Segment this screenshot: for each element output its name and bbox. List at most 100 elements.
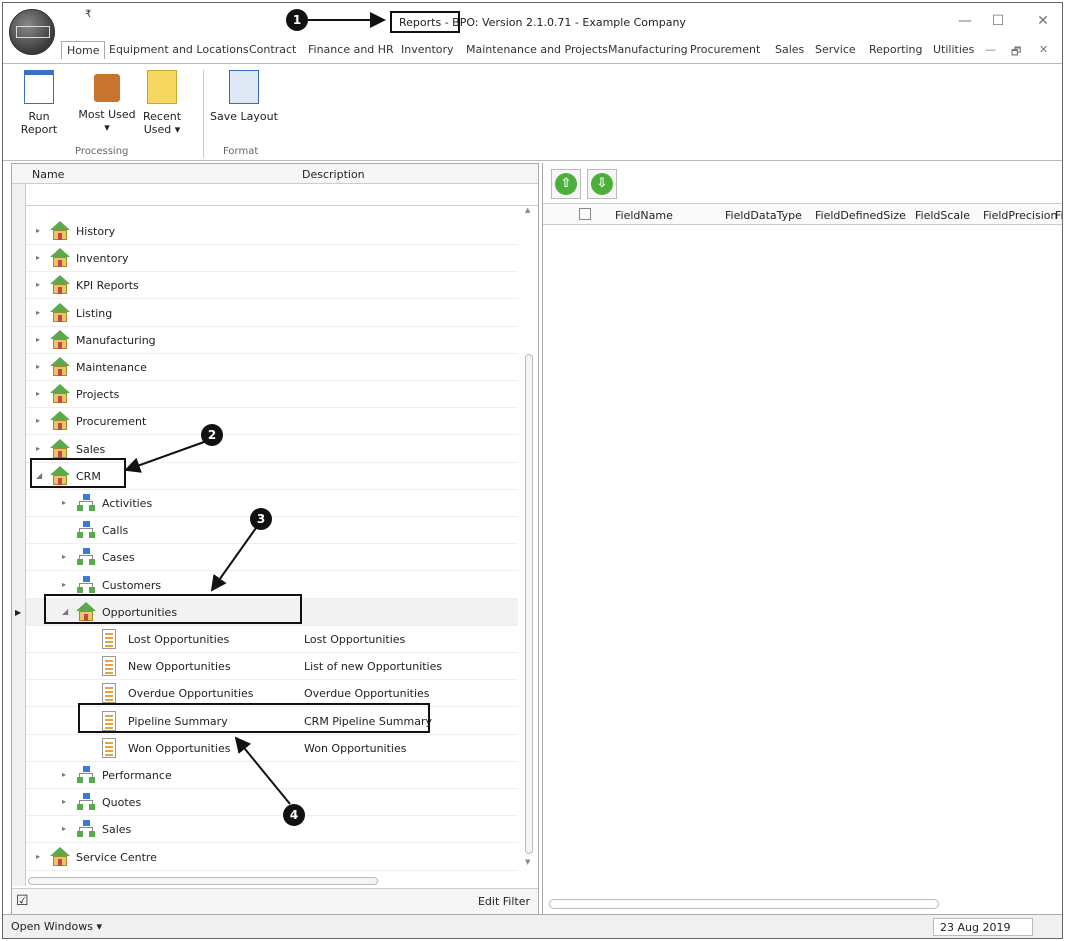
- tree-item-label: Lost Opportunities: [128, 633, 230, 646]
- expand-icon[interactable]: ▸: [36, 444, 40, 453]
- group-processing-label: Processing: [75, 146, 129, 157]
- tab-reporting[interactable]: Reporting: [869, 43, 922, 56]
- open-windows-dropdown[interactable]: Open Windows ▾: [11, 920, 102, 933]
- edit-filter-button[interactable]: Edit Filter: [478, 895, 530, 908]
- ribbon-minimize-icon[interactable]: —: [985, 43, 996, 56]
- h-scroll-thumb[interactable]: [28, 877, 378, 885]
- quick-access-dropdown-icon[interactable]: ₹: [85, 9, 91, 20]
- col-more[interactable]: Fi: [1055, 209, 1062, 222]
- tree-item-label: Manufacturing: [76, 333, 156, 347]
- tree-item-service-centre[interactable]: ▸ Service Centre: [26, 844, 518, 871]
- expand-icon[interactable]: ▸: [62, 824, 66, 833]
- tree-item-listing[interactable]: ▸ Listing: [26, 300, 518, 327]
- col-fieldscale[interactable]: FieldScale: [915, 209, 970, 222]
- col-fielddefinedsize[interactable]: FieldDefinedSize: [815, 209, 906, 222]
- tab-manufacturing[interactable]: Manufacturing: [608, 43, 688, 56]
- tab-procurement[interactable]: Procurement: [690, 43, 760, 56]
- callout-3: 3: [250, 508, 272, 530]
- col-fielddatatype[interactable]: FieldDataType: [725, 209, 802, 222]
- tree-item-cases[interactable]: ▸ Cases: [26, 544, 518, 572]
- tree-item-history[interactable]: ▸ History: [26, 218, 518, 245]
- annotation-box-opportunities: [44, 594, 302, 624]
- expand-icon[interactable]: ▸: [36, 852, 40, 861]
- tree-column-header: Name Description: [12, 164, 538, 184]
- select-all-checkbox[interactable]: [579, 208, 591, 220]
- tree-item-calls[interactable]: Calls: [26, 517, 518, 545]
- auto-filter-row[interactable]: ₹: [12, 184, 538, 206]
- tree-horizontal-scrollbar[interactable]: [12, 874, 538, 888]
- col-name-header[interactable]: Name: [32, 168, 64, 181]
- recent-used-button[interactable]: Recent Used ▾: [139, 70, 185, 136]
- tab-home[interactable]: Home: [61, 41, 106, 59]
- filter-bar: ☑ Edit Filter: [12, 888, 538, 914]
- tree-item-description: Won Opportunities: [304, 741, 407, 755]
- tree-item-sales[interactable]: ▸ Sales: [26, 816, 518, 844]
- tab-maintenance-and-projects[interactable]: Maintenance and Projects: [466, 43, 608, 56]
- col-description-header[interactable]: Description: [302, 168, 365, 181]
- tree-item-label: Sales: [102, 823, 132, 837]
- scroll-up-icon[interactable]: ▲: [525, 206, 530, 214]
- close-button[interactable]: ✕: [1033, 13, 1053, 29]
- tree-item-quotes[interactable]: ▸ Quotes: [26, 789, 518, 817]
- expand-icon[interactable]: ▸: [62, 770, 66, 779]
- ribbon-close-icon[interactable]: ✕: [1039, 43, 1048, 56]
- tab-contract[interactable]: Contract: [249, 43, 296, 56]
- tree-item-won-opportunities[interactable]: Won Opportunities Won Opportunities: [26, 735, 518, 762]
- app-logo-icon[interactable]: [9, 9, 55, 55]
- tree-item-label: Calls: [102, 524, 129, 538]
- minimize-button[interactable]: —: [955, 13, 975, 29]
- col-fieldprecision[interactable]: FieldPrecision: [983, 209, 1057, 222]
- tree-item-activities[interactable]: ▸ Activities: [26, 490, 518, 517]
- most-used-button[interactable]: Most Used ▾: [77, 70, 137, 134]
- tree-item-label: History: [76, 225, 116, 238]
- tree-item-label: KPI Reports: [76, 279, 139, 293]
- save-layout-button[interactable]: Save Layout: [209, 70, 279, 123]
- tree-item-procurement[interactable]: ▸ Procurement: [26, 408, 518, 436]
- expand-icon[interactable]: ▸: [62, 580, 66, 589]
- expand-icon[interactable]: ▸: [62, 498, 66, 507]
- grid-horizontal-scrollbar[interactable]: [549, 899, 939, 909]
- tree-item-inventory[interactable]: ▸ Inventory: [26, 245, 518, 273]
- scroll-thumb[interactable]: [525, 354, 533, 854]
- folder-house-icon: [50, 248, 70, 268]
- maximize-button[interactable]: ☐: [988, 13, 1008, 29]
- report-document-icon: [102, 683, 122, 704]
- tab-inventory[interactable]: Inventory: [401, 43, 454, 56]
- expand-icon[interactable]: ▸: [36, 416, 40, 425]
- expand-icon[interactable]: ▸: [62, 797, 66, 806]
- expand-icon[interactable]: ▸: [36, 226, 40, 235]
- category-hierarchy-icon: [76, 493, 96, 513]
- tree-item-kpi-reports[interactable]: ▸ KPI Reports: [26, 272, 518, 300]
- tree-item-label: Activities: [102, 497, 153, 510]
- tree-item-manufacturing[interactable]: ▸ Manufacturing: [26, 327, 518, 354]
- expand-icon[interactable]: ▸: [62, 552, 66, 561]
- annotation-box-crm: [30, 458, 126, 488]
- expand-icon[interactable]: ▸: [36, 308, 40, 317]
- tree-item-projects[interactable]: ▸ Projects: [26, 381, 518, 409]
- chevron-down-icon: ▾: [104, 121, 110, 134]
- move-up-button[interactable]: ⇧: [551, 169, 581, 199]
- ribbon-restore-icon[interactable]: 🗗: [1011, 43, 1021, 62]
- filter-enabled-checkbox[interactable]: ☑: [16, 893, 29, 909]
- scroll-down-icon[interactable]: ▼: [525, 858, 530, 866]
- tab-sales[interactable]: Sales: [775, 43, 804, 56]
- tree-item-maintenance[interactable]: ▸ Maintenance: [26, 354, 518, 381]
- expand-icon[interactable]: ▸: [36, 253, 40, 262]
- expand-icon[interactable]: ▸: [36, 280, 40, 289]
- tree-vertical-scrollbar[interactable]: ▲ ▼: [522, 206, 536, 866]
- expand-icon[interactable]: ▸: [36, 335, 40, 344]
- date-spinner[interactable]: 23 Aug 2019: [933, 918, 1033, 936]
- tree-item-performance[interactable]: ▸ Performance: [26, 762, 518, 789]
- expand-icon[interactable]: ▸: [36, 362, 40, 371]
- move-down-button[interactable]: ⇩: [587, 169, 617, 199]
- expand-icon[interactable]: ▸: [36, 389, 40, 398]
- tree-item-new-opportunities[interactable]: New Opportunities List of new Opportuniti…: [26, 653, 518, 681]
- tab-service[interactable]: Service: [815, 43, 856, 56]
- tree-item-lost-opportunities[interactable]: Lost Opportunities Lost Opportunities: [26, 626, 518, 653]
- run-report-button[interactable]: Run Report: [9, 70, 69, 136]
- col-fieldname[interactable]: FieldName: [615, 209, 673, 222]
- group-separator: [203, 70, 204, 158]
- tab-equipment-and-locations[interactable]: Equipment and Locations: [109, 43, 249, 56]
- tab-finance-and-hr[interactable]: Finance and HR: [308, 43, 394, 56]
- tab-utilities[interactable]: Utilities: [933, 43, 974, 56]
